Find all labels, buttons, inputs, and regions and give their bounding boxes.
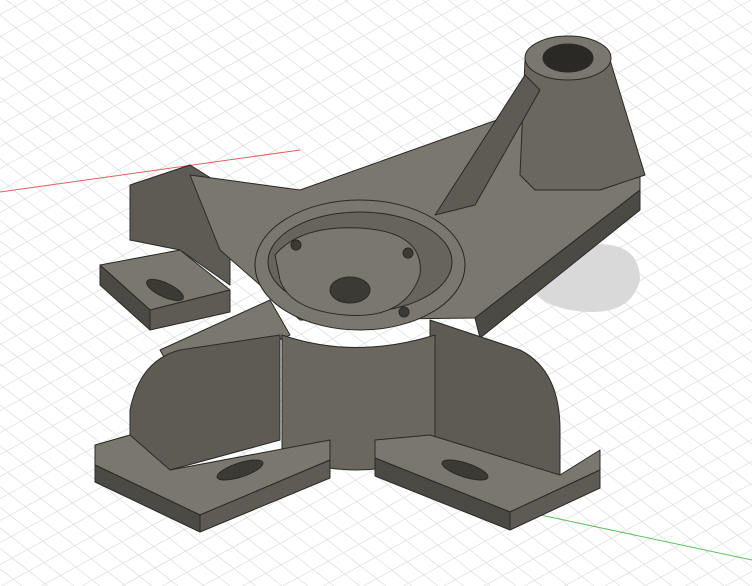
grid-line	[0, 0, 108, 59]
grid-line	[0, 568, 23, 586]
grid-line	[708, 0, 752, 35]
cad-viewport[interactable]	[0, 0, 752, 586]
mount-hole	[290, 239, 302, 251]
cone-body	[519, 59, 646, 191]
grid-line	[630, 0, 752, 97]
grid-line	[0, 547, 49, 586]
mount-hole	[402, 247, 414, 259]
mount-hole	[398, 306, 410, 318]
center-hole	[329, 276, 371, 304]
front-left-arm-curve	[129, 334, 281, 471]
grid-line	[0, 0, 269, 147]
grid-line	[684, 549, 752, 586]
grid-line	[0, 0, 349, 191]
grid-line	[0, 506, 101, 586]
grid-line	[604, 505, 752, 586]
grid-line	[0, 0, 68, 37]
viewport-canvas[interactable]	[0, 0, 752, 586]
grid-line	[0, 0, 309, 169]
grid-line	[0, 486, 127, 586]
grid-line	[564, 483, 752, 586]
grid-line	[725, 571, 752, 586]
grid-line	[0, 0, 188, 103]
grid-line	[656, 0, 752, 76]
grid-line	[734, 0, 752, 15]
cone-hole	[542, 43, 594, 73]
